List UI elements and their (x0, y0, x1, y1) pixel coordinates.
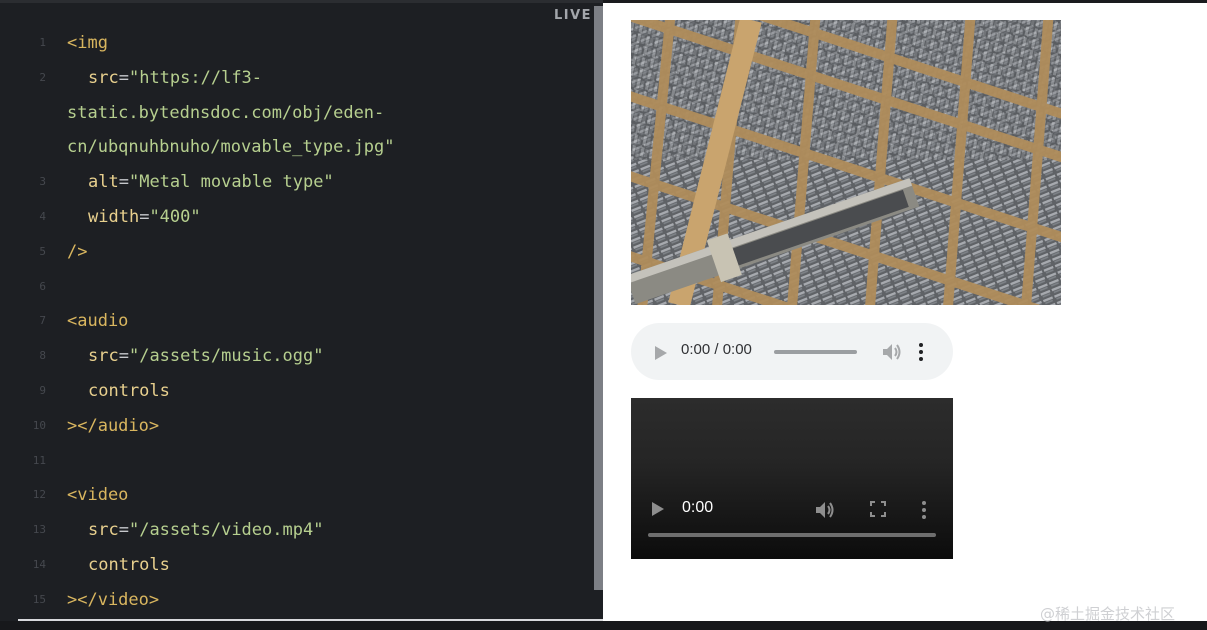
code-text: ></audio> (67, 414, 159, 438)
code-text: src="/assets/video.mp4" (88, 518, 323, 542)
video-player[interactable]: 0:00 (631, 398, 953, 559)
token-tag: <audio (67, 311, 129, 332)
token-eq: = (118, 172, 129, 193)
code-line[interactable]: 8 src="/assets/music.ogg" (0, 339, 595, 373)
code-line[interactable]: 10 ></audio> (0, 409, 595, 443)
code-line[interactable]: 1 <img (0, 26, 595, 60)
token-str: "400" (149, 207, 201, 227)
code-editor[interactable]: LIVE 1 <img 2 src="https://lf3- static.byted… (0, 0, 603, 621)
code-line[interactable]: static.bytednsdoc.com/obj/eden- (0, 96, 595, 130)
code-text: width="400" (88, 205, 201, 229)
token-str: "Metal movable type" (128, 172, 334, 193)
code-text: controls (88, 379, 170, 403)
video-seek-bar[interactable] (648, 533, 936, 537)
token-tag: ></audio> (67, 415, 160, 436)
code-line[interactable]: 14 controls (0, 548, 595, 582)
audio-seek-bar[interactable] (774, 350, 857, 354)
line-number: 7 (39, 314, 46, 328)
play-icon[interactable] (651, 501, 665, 517)
code-text: <video (67, 483, 128, 507)
token-str: cn/ubqnuhbnuho/movable_type.jpg" (67, 137, 395, 158)
audio-player[interactable]: 0:00 / 0:00 (631, 323, 953, 380)
line-number: 4 (39, 210, 46, 223)
line-number: 8 (39, 349, 46, 363)
token-str: "/assets/music.ogg" (128, 346, 324, 367)
token-str: "/assets/video.mp4" (128, 520, 324, 541)
code-text: alt="Metal movable type" (88, 170, 334, 194)
play-icon[interactable] (654, 345, 668, 361)
token-eq: = (118, 67, 129, 88)
token-tag: /> (67, 241, 88, 262)
token-attr: controls (88, 555, 170, 575)
token-attr: src (88, 67, 119, 88)
volume-icon[interactable] (814, 500, 836, 520)
token-tag: <video (67, 485, 129, 506)
token-attr: width (88, 207, 140, 227)
code-line[interactable]: 15 ></video> (0, 583, 595, 617)
line-number: 2 (39, 70, 46, 84)
token-eq: = (118, 346, 129, 367)
line-number: 13 (32, 523, 46, 537)
code-text: ></video> (67, 588, 159, 612)
fullscreen-icon[interactable] (869, 500, 887, 518)
movable-type-image (631, 20, 1061, 305)
line-number: 15 (32, 592, 46, 606)
code-line[interactable]: 6 (0, 270, 595, 304)
code-line[interactable]: 2 src="https://lf3- (0, 61, 595, 95)
watermark: @稀土掘金技术社区 (1040, 605, 1176, 623)
code-line[interactable]: cn/ubqnuhbnuho/movable_type.jpg" (0, 130, 595, 164)
code-text: /> (67, 240, 87, 264)
code-line[interactable]: 13 src="/assets/video.mp4" (0, 513, 595, 547)
line-number: 14 (32, 558, 46, 571)
line-number: 11 (32, 453, 46, 467)
more-options-icon[interactable] (921, 500, 927, 520)
video-time: 0:00 (682, 499, 714, 516)
code-text: <img (67, 31, 108, 55)
more-options-icon[interactable] (918, 342, 924, 362)
line-number: 3 (39, 175, 46, 189)
code-text: cn/ubqnuhbnuho/movable_type.jpg" (67, 135, 395, 159)
code-text: src="/assets/music.ogg" (88, 344, 323, 368)
line-number: 12 (32, 488, 46, 502)
code-line[interactable]: 11 (0, 444, 595, 478)
token-attr: alt (88, 172, 119, 193)
audio-time: 0:00 / 0:00 (681, 341, 752, 358)
code-line[interactable]: 4 width="400" (0, 200, 595, 234)
token-tag: ></video> (67, 589, 160, 610)
line-number: 6 (39, 279, 46, 293)
token-eq: = (118, 520, 129, 541)
code-text: src="https://lf3- (88, 66, 262, 90)
line-number: 5 (39, 244, 46, 258)
line-number: 10 (32, 418, 46, 432)
volume-icon[interactable] (881, 342, 903, 362)
token-str: static.bytednsdoc.com/obj/eden- (67, 102, 385, 123)
editor-scrollbar[interactable] (594, 6, 603, 590)
token-eq: = (139, 207, 150, 227)
code-line[interactable]: 7 <audio (0, 304, 595, 338)
code-line[interactable]: 9 controls (0, 374, 595, 408)
code-text: static.bytednsdoc.com/obj/eden- (67, 101, 384, 125)
live-preview: 0:00 / 0:00 0:00 (603, 3, 1207, 621)
code-line[interactable]: 12 <video (0, 478, 595, 512)
token-attr: src (88, 346, 119, 367)
code-text: controls (88, 553, 170, 577)
line-number: 9 (39, 384, 46, 397)
token-str: "https://lf3- (128, 67, 263, 88)
code-line[interactable]: 5 /> (0, 235, 595, 269)
code-line[interactable]: 3 alt="Metal movable type" (0, 165, 595, 199)
code-text: <audio (67, 309, 128, 333)
live-badge: LIVE (554, 8, 593, 23)
bottom-strip (0, 621, 1207, 630)
token-attr: src (88, 520, 119, 541)
line-number: 1 (39, 36, 46, 49)
token-tag: <img (67, 33, 108, 53)
token-attr: controls (88, 381, 170, 401)
